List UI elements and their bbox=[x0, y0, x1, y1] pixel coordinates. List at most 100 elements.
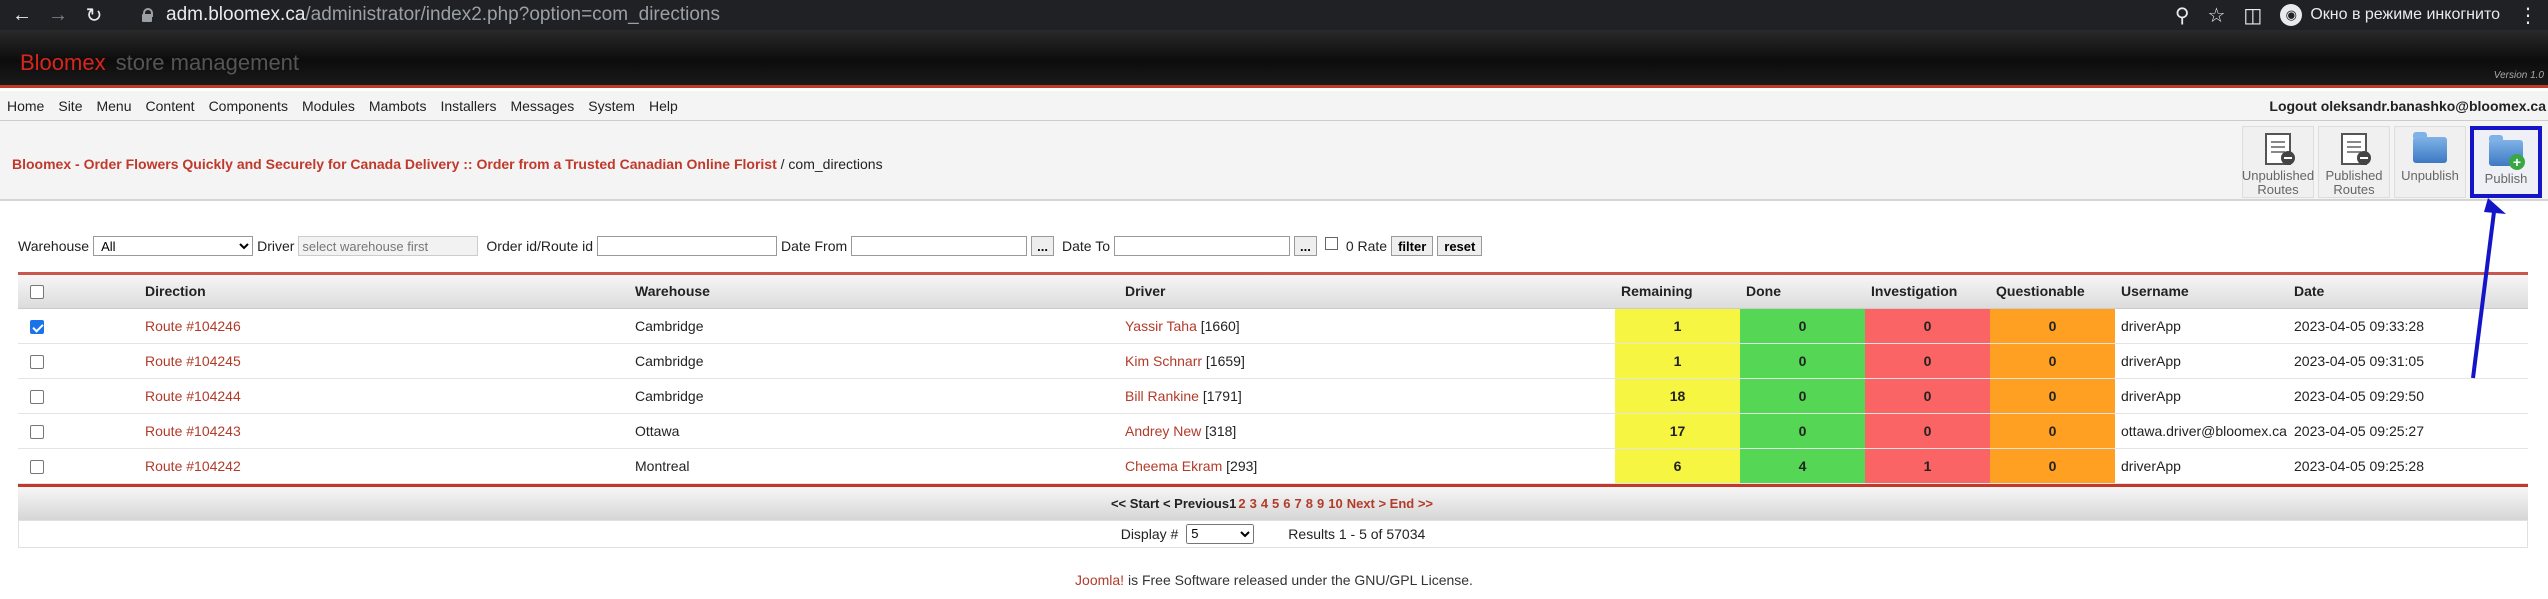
row-checkbox[interactable] bbox=[30, 459, 44, 474]
reset-button[interactable]: reset bbox=[1437, 236, 1483, 256]
route-link[interactable]: Route #104246 bbox=[145, 318, 241, 334]
header-warehouse[interactable]: Warehouse bbox=[635, 275, 1125, 309]
menu-content[interactable]: Content bbox=[139, 98, 202, 114]
address-bar[interactable]: adm.bloomex.ca/administrator/index2.php?… bbox=[140, 4, 720, 26]
pager-page-link[interactable]: 5 bbox=[1272, 496, 1279, 511]
forward-icon[interactable]: → bbox=[44, 1, 72, 29]
incognito-indicator[interactable]: ◉ Окно в режиме инкогнито bbox=[2280, 4, 2500, 26]
unpublish-button[interactable]: Unpublish bbox=[2394, 126, 2466, 198]
date-to-picker-button[interactable]: ... bbox=[1294, 236, 1317, 256]
row-select[interactable] bbox=[18, 343, 145, 379]
pager-page-link[interactable]: 8 bbox=[1306, 496, 1313, 511]
driver-input[interactable] bbox=[298, 236, 479, 256]
star-icon[interactable]: ☆ bbox=[2207, 3, 2225, 28]
driver-cell: Kim Schnarr [1659] bbox=[1125, 343, 1615, 379]
order-id-input[interactable] bbox=[597, 236, 778, 256]
joomla-link[interactable]: Joomla! bbox=[1075, 572, 1124, 588]
header-remaining[interactable]: Remaining bbox=[1615, 275, 1740, 309]
row-checkbox[interactable] bbox=[30, 354, 44, 369]
version-label: Version 1.0 bbox=[2493, 70, 2544, 81]
done-cell: 0 bbox=[1740, 343, 1865, 379]
warehouse-select[interactable]: All bbox=[93, 236, 254, 256]
pager-page-link[interactable]: 4 bbox=[1261, 496, 1268, 511]
pager-page-link[interactable]: 3 bbox=[1250, 496, 1257, 511]
route-link[interactable]: Route #104243 bbox=[145, 423, 241, 439]
back-icon[interactable]: ← bbox=[8, 1, 36, 29]
sub-header: Bloomex - Order Flowers Quickly and Secu… bbox=[0, 121, 2548, 201]
pager-page-link[interactable]: 10 bbox=[1328, 496, 1342, 511]
username-cell: driverApp bbox=[2115, 343, 2288, 379]
investigation-cell: 1 bbox=[1865, 448, 1990, 484]
menu-messages[interactable]: Messages bbox=[503, 98, 581, 114]
menu-components[interactable]: Components bbox=[202, 98, 295, 114]
done-cell: 0 bbox=[1740, 413, 1865, 449]
menu-home[interactable]: Home bbox=[0, 98, 51, 114]
table-row[interactable]: Route #104244 Cambridge Bill Rankine [1791… bbox=[18, 378, 2528, 414]
row-checkbox[interactable] bbox=[30, 389, 44, 404]
select-all-header[interactable] bbox=[18, 275, 145, 309]
row-checkbox[interactable] bbox=[30, 319, 44, 334]
pager-page-link[interactable]: 9 bbox=[1317, 496, 1324, 511]
pager-page-link[interactable]: 6 bbox=[1283, 496, 1290, 511]
header-date[interactable]: Date bbox=[2288, 275, 2528, 309]
pager-page-link[interactable]: 7 bbox=[1295, 496, 1302, 511]
pager-page-link[interactable]: 2 bbox=[1238, 496, 1245, 511]
done-cell: 4 bbox=[1740, 448, 1865, 484]
order-label: Order id/Route id bbox=[486, 238, 594, 254]
pager-next-end[interactable]: Next > End >> bbox=[1347, 496, 1433, 511]
route-link[interactable]: Route #104242 bbox=[145, 458, 241, 474]
select-all-checkbox[interactable] bbox=[30, 285, 44, 300]
date-from-picker-button[interactable]: ... bbox=[1031, 236, 1054, 256]
brand-logo: Bloomex store management bbox=[20, 50, 299, 76]
unpublished-routes-button[interactable]: Unpublished Routes bbox=[2242, 126, 2314, 198]
driver-link[interactable]: Andrey New bbox=[1125, 423, 1201, 439]
driver-link[interactable]: Bill Rankine bbox=[1125, 388, 1199, 404]
table-row[interactable]: Route #104243 Ottawa Andrey New [318] 17 0 0 0… bbox=[18, 413, 2528, 449]
menu-help[interactable]: Help bbox=[642, 98, 685, 114]
menu-menu[interactable]: Menu bbox=[89, 98, 138, 114]
menu-mambots[interactable]: Mambots bbox=[362, 98, 434, 114]
menu-icon[interactable]: ⋮ bbox=[2518, 3, 2538, 28]
zoom-icon[interactable]: ⚲ bbox=[2175, 3, 2190, 28]
menu-system[interactable]: System bbox=[581, 98, 642, 114]
table-row[interactable]: Route #104242 Montreal Cheema Ekram [293] 6… bbox=[18, 448, 2528, 484]
filter-button[interactable]: filter bbox=[1391, 236, 1434, 256]
rate-checkbox[interactable] bbox=[1324, 236, 1338, 250]
published-routes-button[interactable]: Published Routes bbox=[2318, 126, 2390, 198]
row-checkbox[interactable] bbox=[30, 424, 44, 439]
driver-cell: Andrey New [318] bbox=[1125, 413, 1615, 449]
row-select[interactable] bbox=[18, 413, 145, 449]
driver-link[interactable]: Kim Schnarr bbox=[1125, 353, 1202, 369]
header-done[interactable]: Done bbox=[1740, 275, 1865, 309]
table-row[interactable]: Route #104246 Cambridge Yassir Taha [1660]… bbox=[18, 308, 2528, 344]
pager-start-prev[interactable]: << Start < Previous bbox=[1111, 496, 1229, 511]
header-username[interactable]: Username bbox=[2115, 275, 2288, 309]
menu-modules[interactable]: Modules bbox=[295, 98, 362, 114]
date-from-input[interactable] bbox=[851, 236, 1028, 256]
logout-link[interactable]: Logout oleksandr.banashko@bloomex.ca bbox=[2269, 98, 2546, 114]
header-questionable[interactable]: Questionable bbox=[1990, 275, 2115, 309]
header-direction[interactable]: Direction bbox=[145, 275, 635, 309]
display-select[interactable]: 5 bbox=[1186, 523, 1255, 544]
menu-installers[interactable]: Installers bbox=[433, 98, 503, 114]
display-label: Display # bbox=[1120, 525, 1179, 542]
sidepanel-icon[interactable]: ◫ bbox=[2243, 3, 2262, 28]
driver-link[interactable]: Yassir Taha bbox=[1125, 318, 1197, 334]
route-link[interactable]: Route #104245 bbox=[145, 353, 241, 369]
menu-site[interactable]: Site bbox=[51, 98, 89, 114]
header-investigation[interactable]: Investigation bbox=[1865, 275, 1990, 309]
table-row[interactable]: Route #104245 Cambridge Kim Schnarr [1659]… bbox=[18, 343, 2528, 379]
date-to-input[interactable] bbox=[1114, 236, 1290, 256]
row-select[interactable] bbox=[18, 308, 145, 344]
route-link[interactable]: Route #104244 bbox=[145, 388, 241, 404]
lock-icon[interactable] bbox=[140, 7, 154, 23]
driver-link[interactable]: Cheema Ekram bbox=[1125, 458, 1222, 474]
breadcrumb-site-link[interactable]: Bloomex - Order Flowers Quickly and Secu… bbox=[12, 156, 777, 172]
row-select[interactable] bbox=[18, 378, 145, 414]
done-cell: 0 bbox=[1740, 308, 1865, 344]
admin-menubar: Home Site Menu Content Components Module… bbox=[0, 91, 2548, 121]
publish-button[interactable]: + Publish bbox=[2470, 126, 2542, 198]
reload-icon[interactable]: ↻ bbox=[80, 1, 108, 29]
row-select[interactable] bbox=[18, 448, 145, 484]
header-driver[interactable]: Driver bbox=[1125, 275, 1615, 309]
